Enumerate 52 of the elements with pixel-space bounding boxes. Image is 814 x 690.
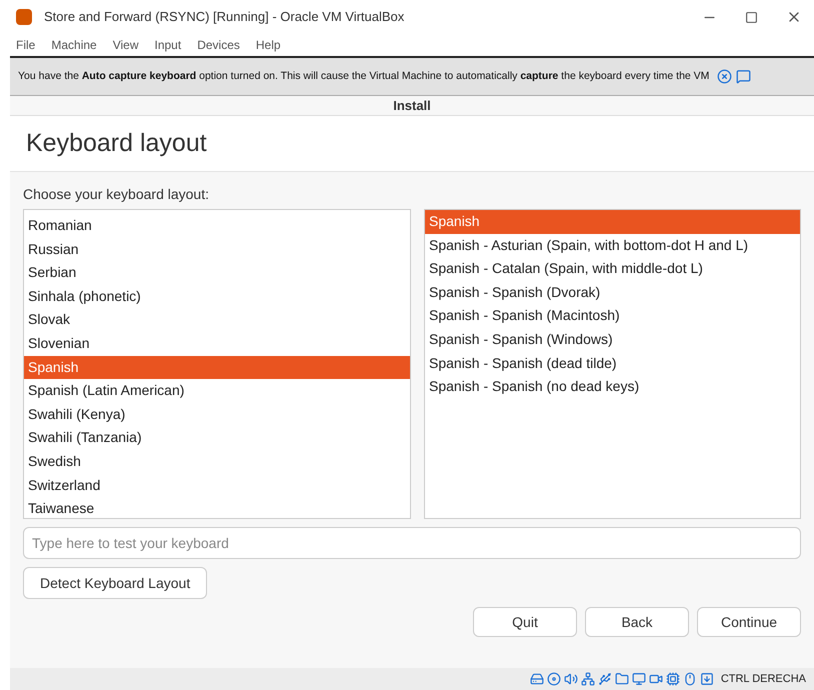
arrow-down-icon[interactable] bbox=[700, 672, 714, 686]
keyboard-test-field[interactable]: Type here to test your keyboard bbox=[23, 527, 801, 559]
list-item[interactable]: Slovak bbox=[24, 308, 410, 332]
mouse-icon[interactable] bbox=[682, 672, 697, 686]
app-logo-icon bbox=[16, 9, 32, 25]
list-item[interactable]: Spanish bbox=[425, 210, 800, 234]
nav-button[interactable]: Continue bbox=[697, 607, 801, 637]
list-item[interactable]: Taiwanese bbox=[24, 497, 410, 518]
chip-icon[interactable] bbox=[666, 672, 680, 686]
nav-button[interactable]: Back bbox=[585, 607, 689, 637]
menu-item[interactable]: File bbox=[16, 36, 36, 54]
list-item[interactable]: Spanish - Asturian (Spain, with bottom-dot H and L) bbox=[425, 234, 800, 258]
list-item[interactable]: Spanish - Catalan (Spain, with middle-dot L) bbox=[425, 257, 800, 281]
nav-button[interactable]: Quit bbox=[473, 607, 577, 637]
prompt-label: Choose your keyboard layout: bbox=[23, 185, 210, 204]
list-item[interactable]: Spanish bbox=[24, 356, 410, 380]
list-item[interactable]: Swahili (Kenya) bbox=[24, 402, 410, 426]
detect-layout-button[interactable]: Detect Keyboard Layout bbox=[23, 567, 208, 599]
message-icon[interactable] bbox=[736, 69, 752, 84]
list-item[interactable]: Slovenian bbox=[24, 332, 410, 356]
notification-text: You have the Auto capture keyboard option turned on. This will cause the Virtual Machine to automatically capture the keyboard every time the VM bbox=[18, 68, 710, 84]
disc-icon[interactable] bbox=[546, 672, 561, 686]
list-item[interactable]: Serbian bbox=[24, 261, 410, 285]
list-item[interactable]: Sinhala (phonetic) bbox=[24, 284, 410, 308]
installer-title: Install bbox=[393, 96, 431, 115]
page-heading: Keyboard layout bbox=[26, 128, 207, 159]
list-item[interactable]: Spanish - Spanish (dead tilde) bbox=[425, 352, 800, 376]
network-icon[interactable] bbox=[580, 672, 595, 686]
list-item[interactable]: Swedish bbox=[24, 450, 410, 474]
list-item[interactable]: Swahili (Tanzania) bbox=[24, 426, 410, 450]
list-item[interactable]: Spanish (Latin American) bbox=[24, 379, 410, 403]
monitor-icon[interactable] bbox=[632, 672, 646, 686]
speaker-icon[interactable] bbox=[564, 672, 578, 686]
menu-item[interactable]: View bbox=[112, 36, 138, 54]
host-key-label: CTRL DERECHA bbox=[720, 672, 806, 687]
list-item[interactable]: Spanish - Spanish (Windows) bbox=[425, 328, 800, 352]
menu-item[interactable]: Help bbox=[256, 36, 281, 54]
list-item[interactable]: Russian bbox=[24, 238, 410, 262]
list-item[interactable]: Romanian bbox=[24, 214, 410, 238]
list-item[interactable]: Spanish - Spanish (Dvorak) bbox=[425, 280, 800, 304]
video-icon[interactable] bbox=[648, 672, 663, 686]
window-title: Store and Forward (RSYNC) [Running] - Oracle VM VirtualBox bbox=[44, 8, 404, 26]
usb-icon[interactable] bbox=[598, 672, 612, 686]
list-item[interactable]: Spanish - Spanish (Macintosh) bbox=[425, 304, 800, 328]
menu-item[interactable]: Devices bbox=[197, 36, 240, 54]
maximize-icon[interactable] bbox=[745, 10, 758, 24]
list-item[interactable]: Switzerland bbox=[24, 474, 410, 498]
menu-item[interactable]: Input bbox=[154, 36, 182, 54]
folder-icon[interactable] bbox=[614, 672, 629, 686]
menu-item[interactable]: Machine bbox=[51, 36, 97, 54]
close-icon[interactable] bbox=[717, 69, 732, 84]
list-item[interactable]: Spanish - Spanish (no dead keys) bbox=[425, 375, 800, 399]
